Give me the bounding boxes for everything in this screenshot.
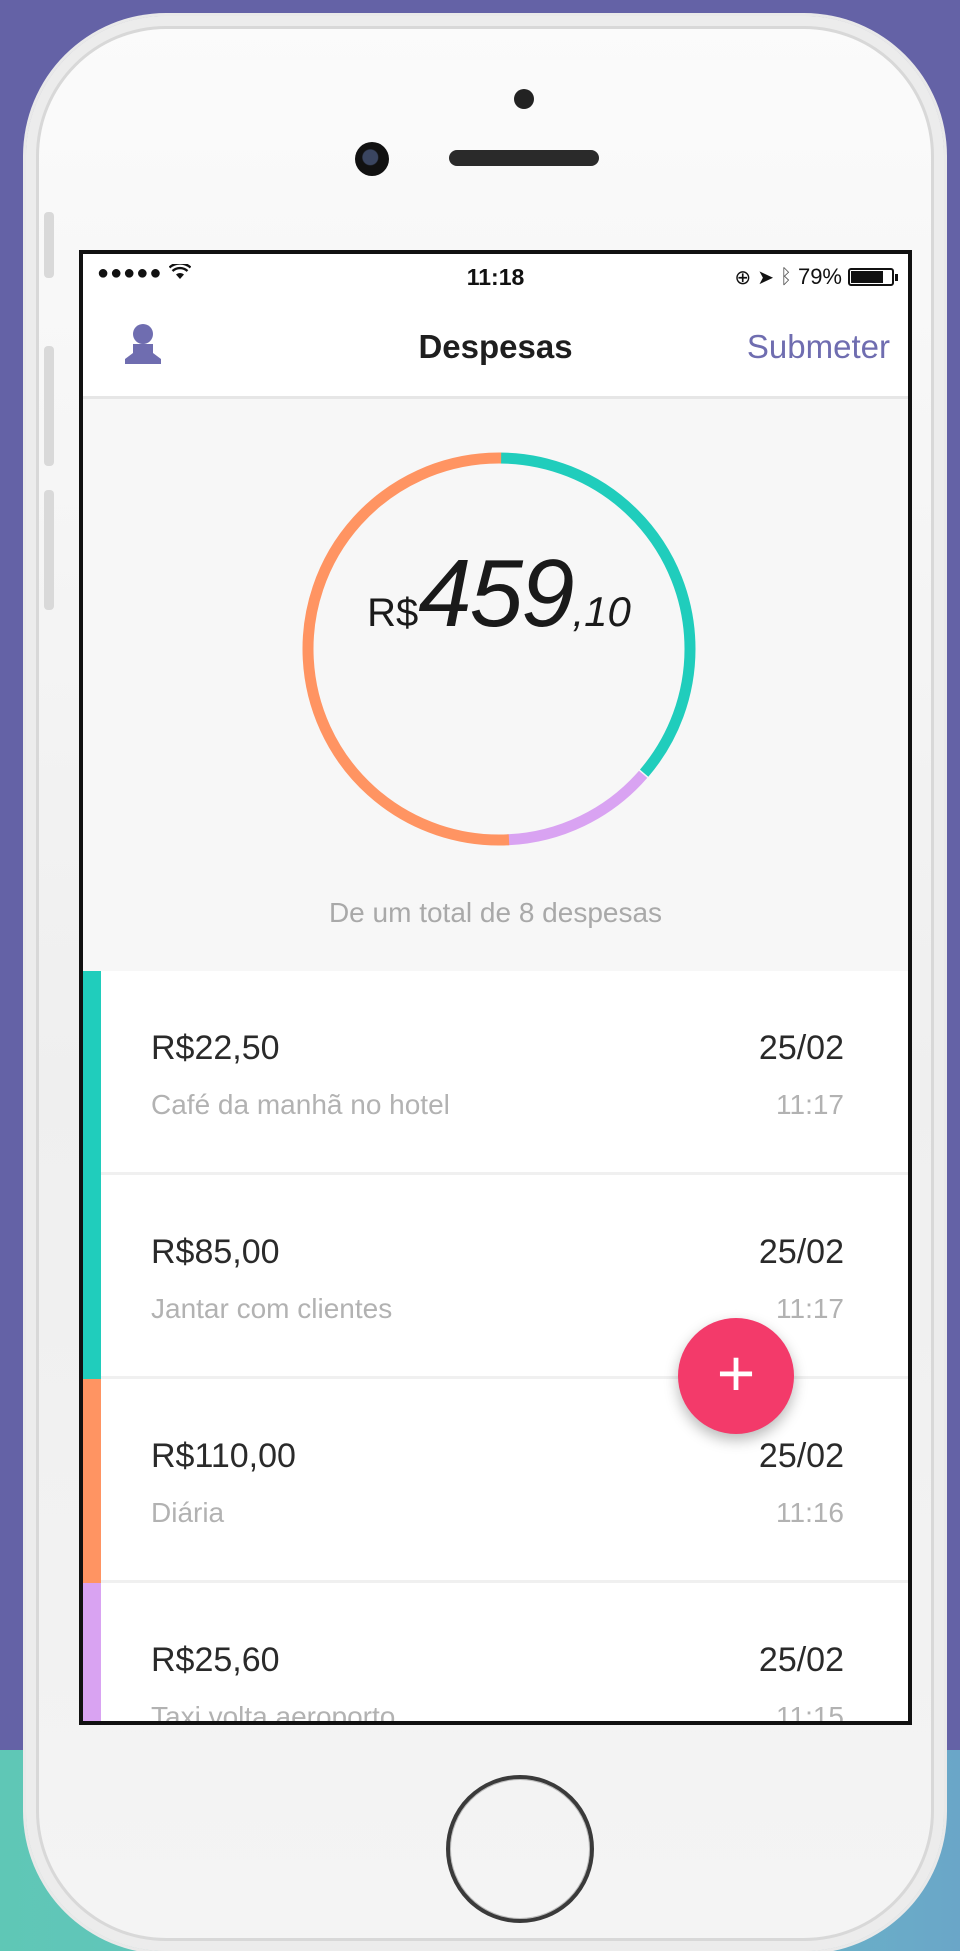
expense-row[interactable]: R$110,00 Diária 25/02 11:16 (83, 1379, 908, 1583)
volume-down-button (44, 490, 54, 610)
status-right: ⊕ ➤ ᛒ 79% (734, 264, 898, 290)
expense-amount: R$85,00 (151, 1233, 280, 1271)
expense-row[interactable]: R$25,60 Taxi volta aeroporto 25/02 11:15 (83, 1583, 908, 1725)
expense-date: 25/02 (758, 1029, 844, 1067)
status-bar: ●●●●● 11:18 ⊕ ➤ ᛒ 79% (83, 254, 908, 298)
location-icon: ➤ (757, 266, 774, 289)
expense-date: 25/02 (758, 1641, 844, 1679)
amount-integer: 459 (418, 540, 574, 647)
app-screen: ●●●●● 11:18 ⊕ ➤ ᛒ 79% Despesas Submeter (79, 250, 912, 1725)
battery-level (851, 271, 883, 283)
expense-summary: R$459,10 De um total de 8 despesas (83, 399, 908, 971)
proximity-sensor (514, 89, 534, 109)
expense-description: Café da manhã no hotel (151, 1089, 450, 1120)
volume-up-button (44, 346, 54, 466)
category-stripe (83, 1175, 101, 1379)
front-camera (355, 142, 389, 176)
mute-switch (44, 212, 54, 278)
expense-time: 11:15 (776, 1701, 844, 1725)
expense-amount: R$25,60 (151, 1641, 280, 1679)
navigation-bar: Despesas Submeter (83, 298, 908, 399)
category-stripe (83, 971, 101, 1175)
category-stripe (83, 1583, 101, 1721)
expense-amount: R$22,50 (151, 1029, 280, 1067)
expense-time: 11:17 (776, 1293, 844, 1324)
expense-amount: R$110,00 (151, 1437, 296, 1475)
expense-date: 25/02 (758, 1233, 844, 1271)
expense-ring-chart (302, 452, 696, 846)
rotation-lock-icon: ⊕ (734, 266, 752, 289)
expense-time: 11:16 (776, 1497, 844, 1528)
expense-description: Taxi volta aeroporto (151, 1701, 396, 1725)
category-stripe (83, 1379, 101, 1583)
expense-description: Jantar com clientes (151, 1293, 393, 1324)
expense-time: 11:17 (776, 1089, 844, 1120)
battery-percent: 79% (797, 264, 842, 289)
add-expense-button[interactable]: + (678, 1318, 794, 1434)
expense-count-label: De um total de 8 despesas (328, 897, 663, 928)
amount-decimal: ,10 (572, 588, 631, 635)
battery-icon (848, 268, 898, 286)
expense-date: 25/02 (758, 1437, 844, 1475)
home-button[interactable] (446, 1775, 594, 1923)
total-amount: R$459,10 (301, 539, 697, 649)
earpiece-speaker (449, 150, 599, 166)
currency-symbol: R$ (367, 591, 419, 635)
submit-button[interactable]: Submeter (747, 328, 890, 366)
expense-description: Diária (151, 1497, 225, 1528)
expense-row[interactable]: R$22,50 Café da manhã no hotel 25/02 11:… (83, 971, 908, 1175)
bluetooth-icon: ᛒ (779, 265, 792, 288)
